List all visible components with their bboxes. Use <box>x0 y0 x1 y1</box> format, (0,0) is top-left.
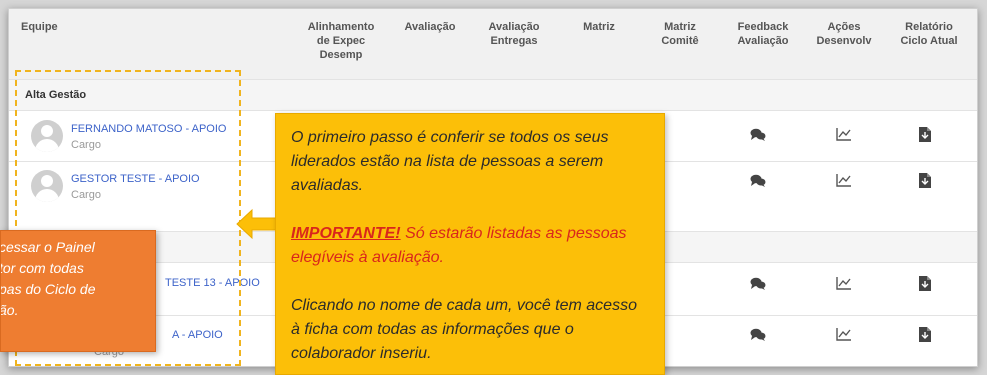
col-matriz[interactable]: Matriz <box>569 20 629 34</box>
chat-bubbles-icon[interactable] <box>750 327 766 341</box>
col-matriz-comite[interactable]: Matriz Comitê <box>645 20 715 48</box>
callout-step-text: O primeiro passo é conferir se todos os … <box>291 129 609 194</box>
callout-important: IMPORTANTE! Só estarão listadas as pesso… <box>291 222 650 270</box>
file-download-icon[interactable] <box>918 327 934 342</box>
side-note-line: pas do Ciclo de <box>0 281 96 297</box>
file-download-icon[interactable] <box>918 173 934 188</box>
col-avaliacao-entregas[interactable]: Avaliação Entregas <box>477 20 551 48</box>
file-download-icon[interactable] <box>918 127 934 142</box>
chat-bubbles-icon[interactable] <box>750 276 766 290</box>
callout-click-text: Clicando no nome de cada um, você tem ac… <box>291 297 637 362</box>
chat-bubbles-icon[interactable] <box>750 127 766 141</box>
side-note-callout: cessar o Painel tor com todas pas do Cic… <box>0 230 156 352</box>
arrow-left-icon <box>236 208 280 240</box>
col-acoes[interactable]: Ações Desenvolv <box>809 20 879 48</box>
col-relatorio[interactable]: Relatório Ciclo Atual <box>887 20 971 48</box>
side-note-line: tor com todas <box>0 260 84 276</box>
chart-line-icon[interactable] <box>836 173 852 187</box>
chart-line-icon[interactable] <box>836 276 852 290</box>
side-note-line: cessar o Painel <box>0 239 95 255</box>
col-equipe[interactable]: Equipe <box>21 20 101 34</box>
instruction-callout: O primeiro passo é conferir se todos os … <box>275 113 665 375</box>
chat-bubbles-icon[interactable] <box>750 173 766 187</box>
col-feedback[interactable]: Feedback Avaliação <box>723 20 803 48</box>
col-alinhamento[interactable]: Alinhamento de Expec Desemp <box>297 20 385 62</box>
important-label: IMPORTANTE! <box>291 225 401 242</box>
chart-line-icon[interactable] <box>836 327 852 341</box>
col-avaliacao[interactable]: Avaliação <box>394 20 466 34</box>
chart-line-icon[interactable] <box>836 127 852 141</box>
file-download-icon[interactable] <box>918 276 934 291</box>
side-note-line: ão. <box>0 302 19 318</box>
